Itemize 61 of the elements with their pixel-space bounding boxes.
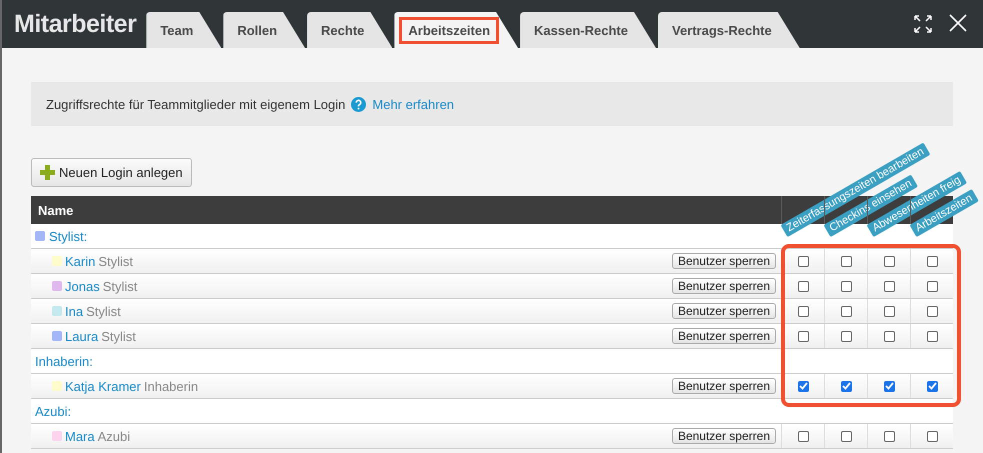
permission-checkbox[interactable] [840, 280, 852, 292]
tab-label: Rechte [320, 22, 366, 40]
group-label: Inhaberin: [35, 354, 93, 368]
help-icon[interactable] [351, 96, 366, 112]
permission-checkbox[interactable] [840, 306, 852, 316]
permission-checkbox[interactable] [798, 306, 808, 316]
permission-checkbox[interactable] [884, 256, 894, 266]
permission-checkbox[interactable] [926, 256, 938, 266]
member-name: Jonas [65, 278, 100, 294]
member-role: Stylist [98, 254, 134, 268]
lock-user-button[interactable]: Benutzer sperren [672, 303, 776, 319]
new-login-button[interactable]: Neuen Login anlegen [31, 158, 192, 187]
tab-label: Vertrags-Rechte [670, 22, 773, 40]
member-role: Stylist [101, 328, 136, 344]
member-name: Ina [65, 304, 84, 318]
tab[interactable]: Vertrags-Rechte [658, 12, 800, 48]
lock-user-button[interactable]: Benutzer sperren [672, 278, 776, 294]
tab[interactable]: Rechte [307, 12, 392, 48]
tab-label: Arbeitszeiten [402, 20, 496, 40]
expand-icon[interactable] [913, 14, 933, 34]
permission-checkbox[interactable] [840, 430, 852, 442]
lock-user-button[interactable]: Benutzer sperren [672, 378, 776, 394]
member-role: Stylist [102, 278, 138, 294]
member-role: Inhaberin [144, 378, 198, 394]
window-title: Mitarbeiter [14, 10, 136, 38]
permission-checkbox[interactable] [926, 306, 938, 316]
permission-checkbox[interactable] [884, 430, 894, 442]
tab-label: Kassen-Rechte [533, 22, 629, 40]
member-name: Mara [65, 428, 95, 444]
member-name: Laura [65, 328, 98, 344]
info-text: Zugriffsrechte für Teammitglieder mit eigenem Login [46, 96, 346, 112]
tab[interactable]: Rollen [223, 12, 306, 48]
permission-checkbox[interactable] [798, 256, 808, 266]
permission-checkbox[interactable] [840, 256, 852, 266]
close-icon[interactable] [949, 14, 967, 32]
permission-checkbox[interactable] [884, 306, 894, 316]
tab-label: Team [159, 22, 194, 40]
permission-checkbox[interactable] [840, 330, 852, 342]
permission-checkbox[interactable] [798, 330, 808, 342]
permission-checkbox[interactable] [798, 280, 808, 292]
permission-checkbox[interactable] [884, 280, 894, 292]
plus-icon [40, 165, 55, 180]
permission-checkbox[interactable] [926, 330, 938, 342]
group-label: Stylist: [49, 228, 88, 244]
tab[interactable]: Kassen-Rechte [520, 12, 656, 48]
name-column-header: Name [37, 202, 74, 220]
permission-checkbox[interactable] [884, 330, 894, 342]
tab-label: Rollen [236, 22, 278, 40]
lock-user-button[interactable]: Benutzer sperren [672, 428, 776, 444]
lock-user-button[interactable]: Benutzer sperren [672, 328, 776, 344]
member-name: Karin [65, 254, 96, 268]
group-label: Azubi: [35, 404, 72, 418]
member-name: Katja Kramer [65, 378, 141, 394]
lock-user-button[interactable]: Benutzer sperren [672, 253, 776, 269]
permission-checkbox[interactable] [798, 430, 808, 442]
tab[interactable]: Team [146, 12, 222, 48]
permission-checkbox[interactable] [926, 280, 938, 292]
member-role: Azubi [98, 428, 130, 444]
member-role: Stylist [86, 304, 121, 318]
permission-checkbox[interactable] [926, 430, 938, 442]
tab[interactable]: Arbeitszeiten [394, 12, 518, 48]
